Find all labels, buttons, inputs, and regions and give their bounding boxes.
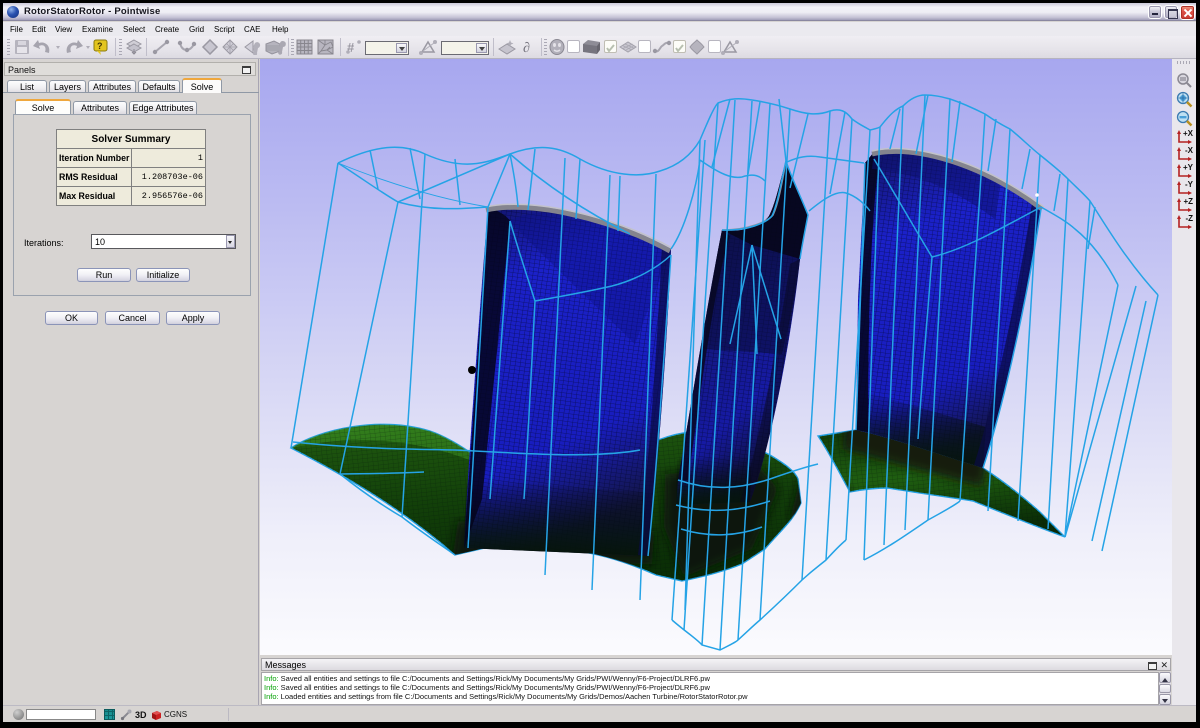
svg-text:?: ?	[97, 41, 103, 51]
svg-text:∂: ∂	[523, 41, 530, 55]
